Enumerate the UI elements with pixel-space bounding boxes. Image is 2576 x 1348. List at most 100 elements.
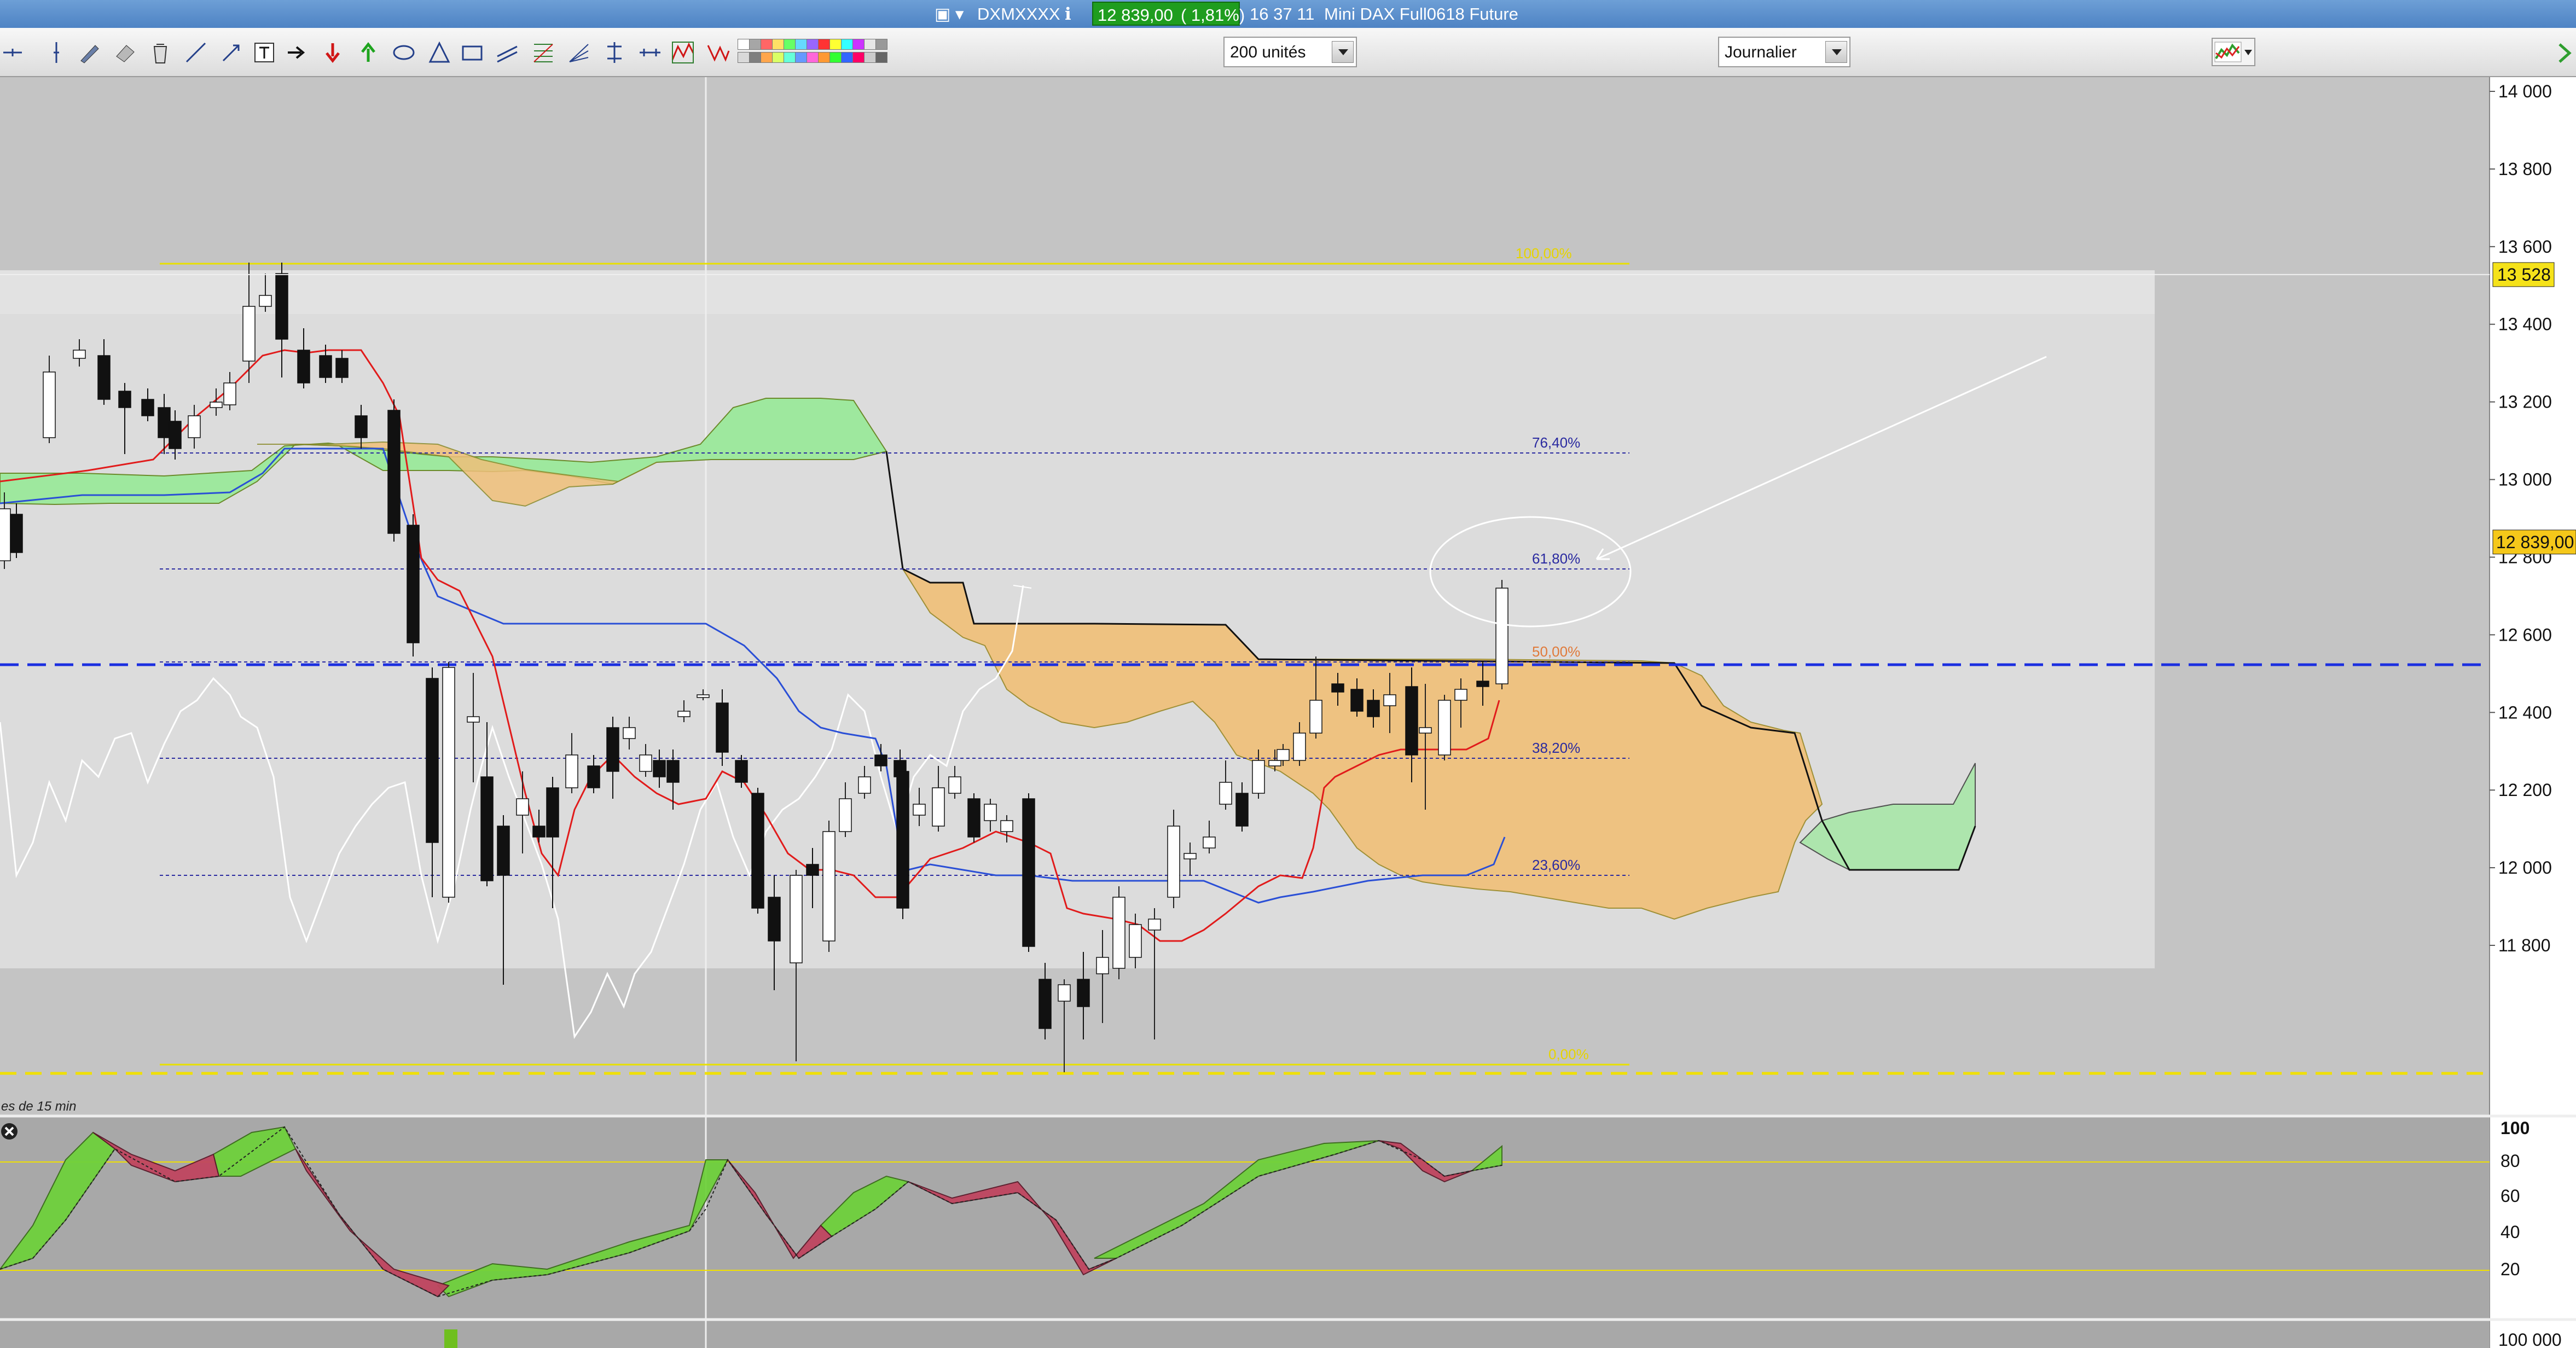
fib-level-label: 0,00%	[1548, 1046, 1589, 1062]
bear-candle	[1476, 681, 1489, 687]
bull-candle	[516, 798, 529, 816]
bear-candle	[169, 421, 182, 449]
bull-candle	[839, 798, 852, 832]
bull-candle	[1454, 689, 1467, 701]
bull-candle	[822, 831, 836, 942]
bull-candle	[984, 804, 997, 821]
price-tick-label: 12 400	[2498, 702, 2552, 722]
bear-candle	[1350, 689, 1364, 712]
bear-candle	[387, 410, 401, 534]
bear-candle	[1367, 700, 1380, 717]
bull-candle	[1309, 700, 1322, 734]
bull-candle	[948, 776, 961, 794]
fib-level-label: 50,00%	[1532, 643, 1580, 660]
bear-candle	[118, 391, 131, 408]
close-pane-icon[interactable]	[1, 1123, 18, 1140]
fib-level-label: 100,00%	[1516, 245, 1572, 262]
bear-candle	[768, 897, 781, 942]
bull-candle	[1438, 700, 1451, 756]
bull-candle	[1219, 782, 1232, 805]
bear-candle	[606, 727, 619, 772]
bull-candle	[1183, 853, 1197, 859]
oscillator-pane	[0, 1116, 2490, 1318]
volume-axis-label: 100 000	[2498, 1330, 2562, 1348]
bear-candle	[426, 678, 439, 843]
bear-candle	[1331, 683, 1344, 693]
timeframe-note: es de 15 min	[1, 1099, 76, 1114]
bull-candle	[188, 415, 201, 438]
oscillator-tick-label: 80	[2500, 1151, 2520, 1171]
bear-candle	[806, 864, 819, 876]
volume-bar	[444, 1329, 457, 1348]
volume-pane	[0, 1321, 2490, 1348]
bear-candle	[10, 514, 23, 553]
bull-candle	[1203, 836, 1216, 849]
price-tick-label: 13 200	[2498, 392, 2552, 412]
price-tick-label: 13 400	[2498, 315, 2552, 334]
bear-candle	[874, 754, 887, 766]
bull-candle	[677, 711, 691, 717]
bear-candle	[480, 776, 494, 881]
bear-candle	[1022, 798, 1035, 947]
bear-candle	[407, 525, 420, 643]
price-tick-label: 12 200	[2498, 780, 2552, 800]
range-zone-top	[0, 270, 2155, 314]
bear-candle	[355, 415, 368, 438]
bull-candle	[932, 787, 945, 827]
bear-candle	[97, 355, 111, 400]
bull-candle	[73, 350, 86, 359]
bull-candle	[1495, 588, 1509, 684]
bull-candle	[0, 508, 11, 561]
marker-price-label: 13 528	[2497, 265, 2551, 284]
fib-level-label: 23,60%	[1532, 857, 1580, 873]
price-tick-label: 12 000	[2498, 858, 2552, 878]
bear-candle	[967, 798, 980, 838]
price-tick-label: 14 000	[2498, 82, 2552, 101]
bear-candle	[735, 760, 748, 783]
bull-candle	[639, 754, 652, 772]
bear-candle	[141, 399, 154, 416]
bear-candle	[1405, 686, 1418, 756]
fib-level-label: 61,80%	[1532, 550, 1580, 567]
bull-candle	[442, 667, 455, 898]
bull-candle	[1277, 749, 1290, 761]
current-price-label: 12 839,00	[2496, 532, 2574, 552]
price-tick-label: 13 600	[2498, 237, 2552, 257]
bull-candle	[1252, 760, 1265, 794]
bear-candle	[335, 358, 349, 378]
bull-candle	[565, 754, 578, 788]
bull-candle	[1148, 919, 1161, 931]
bear-candle	[716, 702, 729, 753]
bull-candle	[223, 382, 236, 405]
bull-candle	[1268, 760, 1281, 766]
bull-candle	[1129, 924, 1142, 958]
oscillator-tick-label: 20	[2500, 1259, 2520, 1279]
bull-candle	[1096, 957, 1109, 974]
bull-candle	[242, 306, 256, 362]
bear-candle	[587, 765, 600, 788]
fib-level-label: 38,20%	[1532, 740, 1580, 756]
bear-candle	[1038, 979, 1052, 1029]
price-tick-label: 13 000	[2498, 470, 2552, 490]
bull-candle	[1058, 984, 1071, 1002]
bear-candle	[751, 793, 764, 909]
bull-candle	[43, 371, 56, 438]
bear-candle	[1235, 793, 1249, 827]
price-chart[interactable]: 100,00% 76,40% 61,80% 50,00% 38,20% 23,60% 0,0…	[0, 0, 2576, 1348]
bull-candle	[1000, 820, 1013, 832]
bear-candle	[546, 787, 559, 838]
bull-candle	[1112, 897, 1125, 969]
bull-candle	[913, 804, 926, 816]
bull-candle	[1419, 727, 1432, 734]
bull-candle	[1293, 733, 1306, 761]
oscillator-tick-label: 60	[2500, 1186, 2520, 1206]
bull-candle	[259, 295, 272, 307]
bear-candle	[497, 826, 510, 876]
bull-candle	[1383, 694, 1396, 706]
oscillator-tick-label: 40	[2500, 1222, 2520, 1242]
bull-candle	[697, 694, 710, 698]
oscillator-tick-label: 100	[2500, 1118, 2529, 1138]
bear-candle	[666, 760, 680, 783]
bear-candle	[297, 350, 310, 384]
price-tick-label: 13 800	[2498, 159, 2552, 179]
